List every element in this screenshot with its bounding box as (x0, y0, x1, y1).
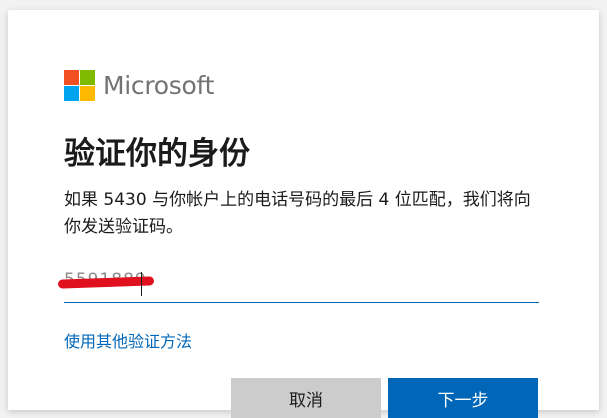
logo-square-yellow (80, 86, 95, 101)
microsoft-logo-icon (64, 70, 95, 101)
cancel-button[interactable]: 取消 (231, 378, 381, 418)
next-button[interactable]: 下一步 (388, 378, 538, 418)
page-title: 验证你的身份 (64, 136, 250, 172)
phone-digits-input[interactable]: 5591889 (57, 266, 539, 303)
instruction-text: 如果 5430 与你帐户上的电话号码的最后 4 位匹配，我们将向你发送验证码。 (64, 190, 531, 237)
other-verification-method-link[interactable]: 使用其他验证方法 (64, 328, 192, 352)
logo-square-red (64, 70, 79, 85)
logo-square-blue (64, 86, 79, 101)
brand-name: Microsoft (103, 71, 215, 100)
text-caret (141, 272, 142, 296)
sign-in-card: Microsoft 验证你的身份 如果 5430 与你帐户上的电话号码的最后 4… (8, 10, 599, 418)
logo-square-green (80, 70, 95, 85)
microsoft-logo: Microsoft (64, 70, 214, 101)
